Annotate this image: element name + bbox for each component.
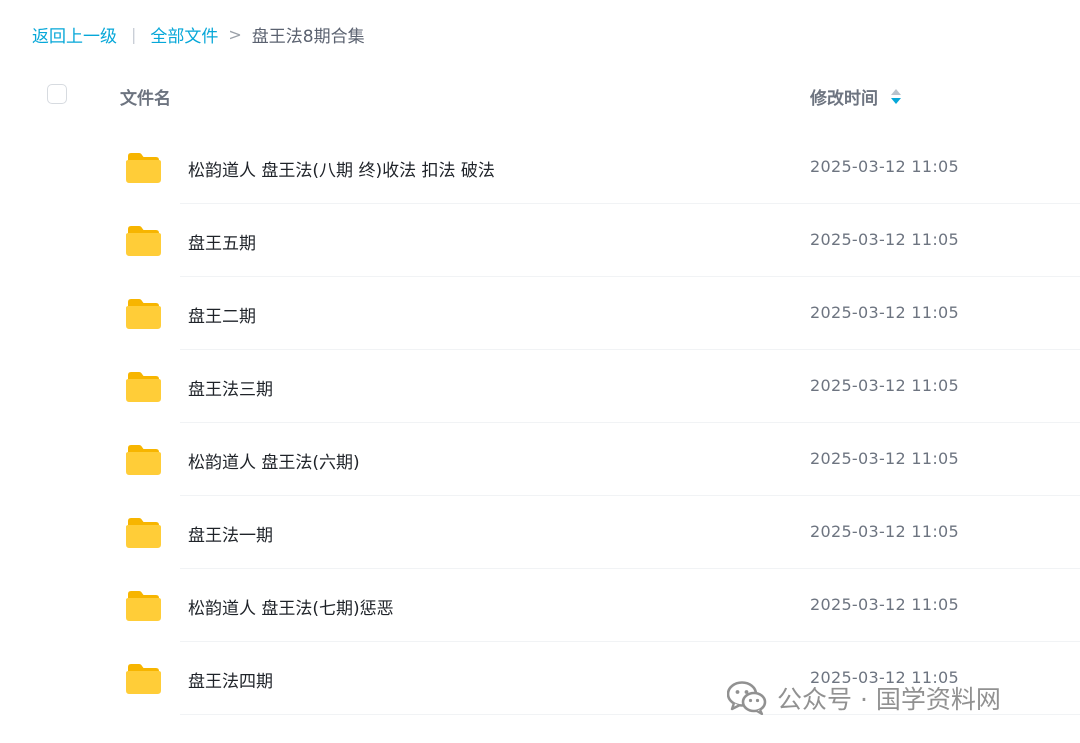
file-name[interactable]: 松韵道人 盘王法(八期 终)收法 扣法 破法 (188, 156, 495, 181)
column-header-name: 文件名 (120, 89, 171, 109)
file-browser: 返回上一级 | 全部文件 > 盘王法8期合集 文件名 修改时间 松韵道人 盘王法… (0, 0, 1080, 743)
breadcrumb-chevron: > (228, 24, 242, 44)
table-row[interactable]: 松韵道人 盘王法(七期)惩恶 2025-03-12 11:05 (0, 569, 1080, 642)
sort-desc-icon (891, 97, 901, 104)
folder-icon (126, 518, 161, 548)
back-link[interactable]: 返回上一级 (32, 22, 117, 47)
file-modified-time: 2025-03-12 11:05 (810, 376, 959, 395)
file-name[interactable]: 盘王法四期 (188, 667, 273, 692)
sort-asc-icon (891, 88, 901, 95)
file-name[interactable]: 盘王五期 (188, 229, 256, 254)
file-modified-time: 2025-03-12 11:05 (810, 449, 959, 468)
select-all-checkbox[interactable] (47, 84, 67, 104)
folder-icon (126, 372, 161, 402)
file-modified-time: 2025-03-12 11:05 (810, 595, 959, 614)
watermark-text: 公众号 · 国学资料网 (777, 685, 1001, 714)
breadcrumb-divider: | (131, 24, 137, 44)
folder-icon (126, 153, 161, 183)
file-name[interactable]: 松韵道人 盘王法(七期)惩恶 (188, 594, 394, 619)
breadcrumb-current-folder: 盘王法8期合集 (251, 26, 365, 47)
sort-icon[interactable] (890, 88, 902, 106)
column-header-modified-label: 修改时间 (810, 89, 878, 109)
file-name[interactable]: 盘王法一期 (188, 521, 273, 546)
file-modified-time: 2025-03-12 11:05 (810, 522, 959, 541)
column-header-modified[interactable]: 修改时间 (810, 84, 902, 109)
wechat-icon (727, 681, 767, 715)
table-row[interactable]: 松韵道人 盘王法(八期 终)收法 扣法 破法 2025-03-12 11:05 (0, 131, 1080, 204)
table-row[interactable]: 盘王二期 2025-03-12 11:05 (0, 277, 1080, 350)
file-modified-time: 2025-03-12 11:05 (810, 157, 959, 176)
table-header: 文件名 修改时间 (0, 72, 1080, 120)
watermark: 公众号 · 国学资料网 (727, 680, 1001, 716)
file-name[interactable]: 盘王法三期 (188, 375, 273, 400)
folder-icon (126, 299, 161, 329)
table-row[interactable]: 盘王五期 2025-03-12 11:05 (0, 204, 1080, 277)
file-name[interactable]: 松韵道人 盘王法(六期) (188, 448, 360, 473)
folder-icon (126, 664, 161, 694)
file-list: 松韵道人 盘王法(八期 终)收法 扣法 破法 2025-03-12 11:05 … (0, 131, 1080, 715)
breadcrumb-all-files[interactable]: 全部文件 (150, 22, 218, 47)
breadcrumb: 返回上一级 | 全部文件 > 盘王法8期合集 (32, 22, 365, 47)
file-modified-time: 2025-03-12 11:05 (810, 230, 959, 249)
table-row[interactable]: 盘王法三期 2025-03-12 11:05 (0, 350, 1080, 423)
table-row[interactable]: 松韵道人 盘王法(六期) 2025-03-12 11:05 (0, 423, 1080, 496)
file-modified-time: 2025-03-12 11:05 (810, 303, 959, 322)
folder-icon (126, 591, 161, 621)
folder-icon (126, 445, 161, 475)
file-name[interactable]: 盘王二期 (188, 302, 256, 327)
folder-icon (126, 226, 161, 256)
table-row[interactable]: 盘王法一期 2025-03-12 11:05 (0, 496, 1080, 569)
